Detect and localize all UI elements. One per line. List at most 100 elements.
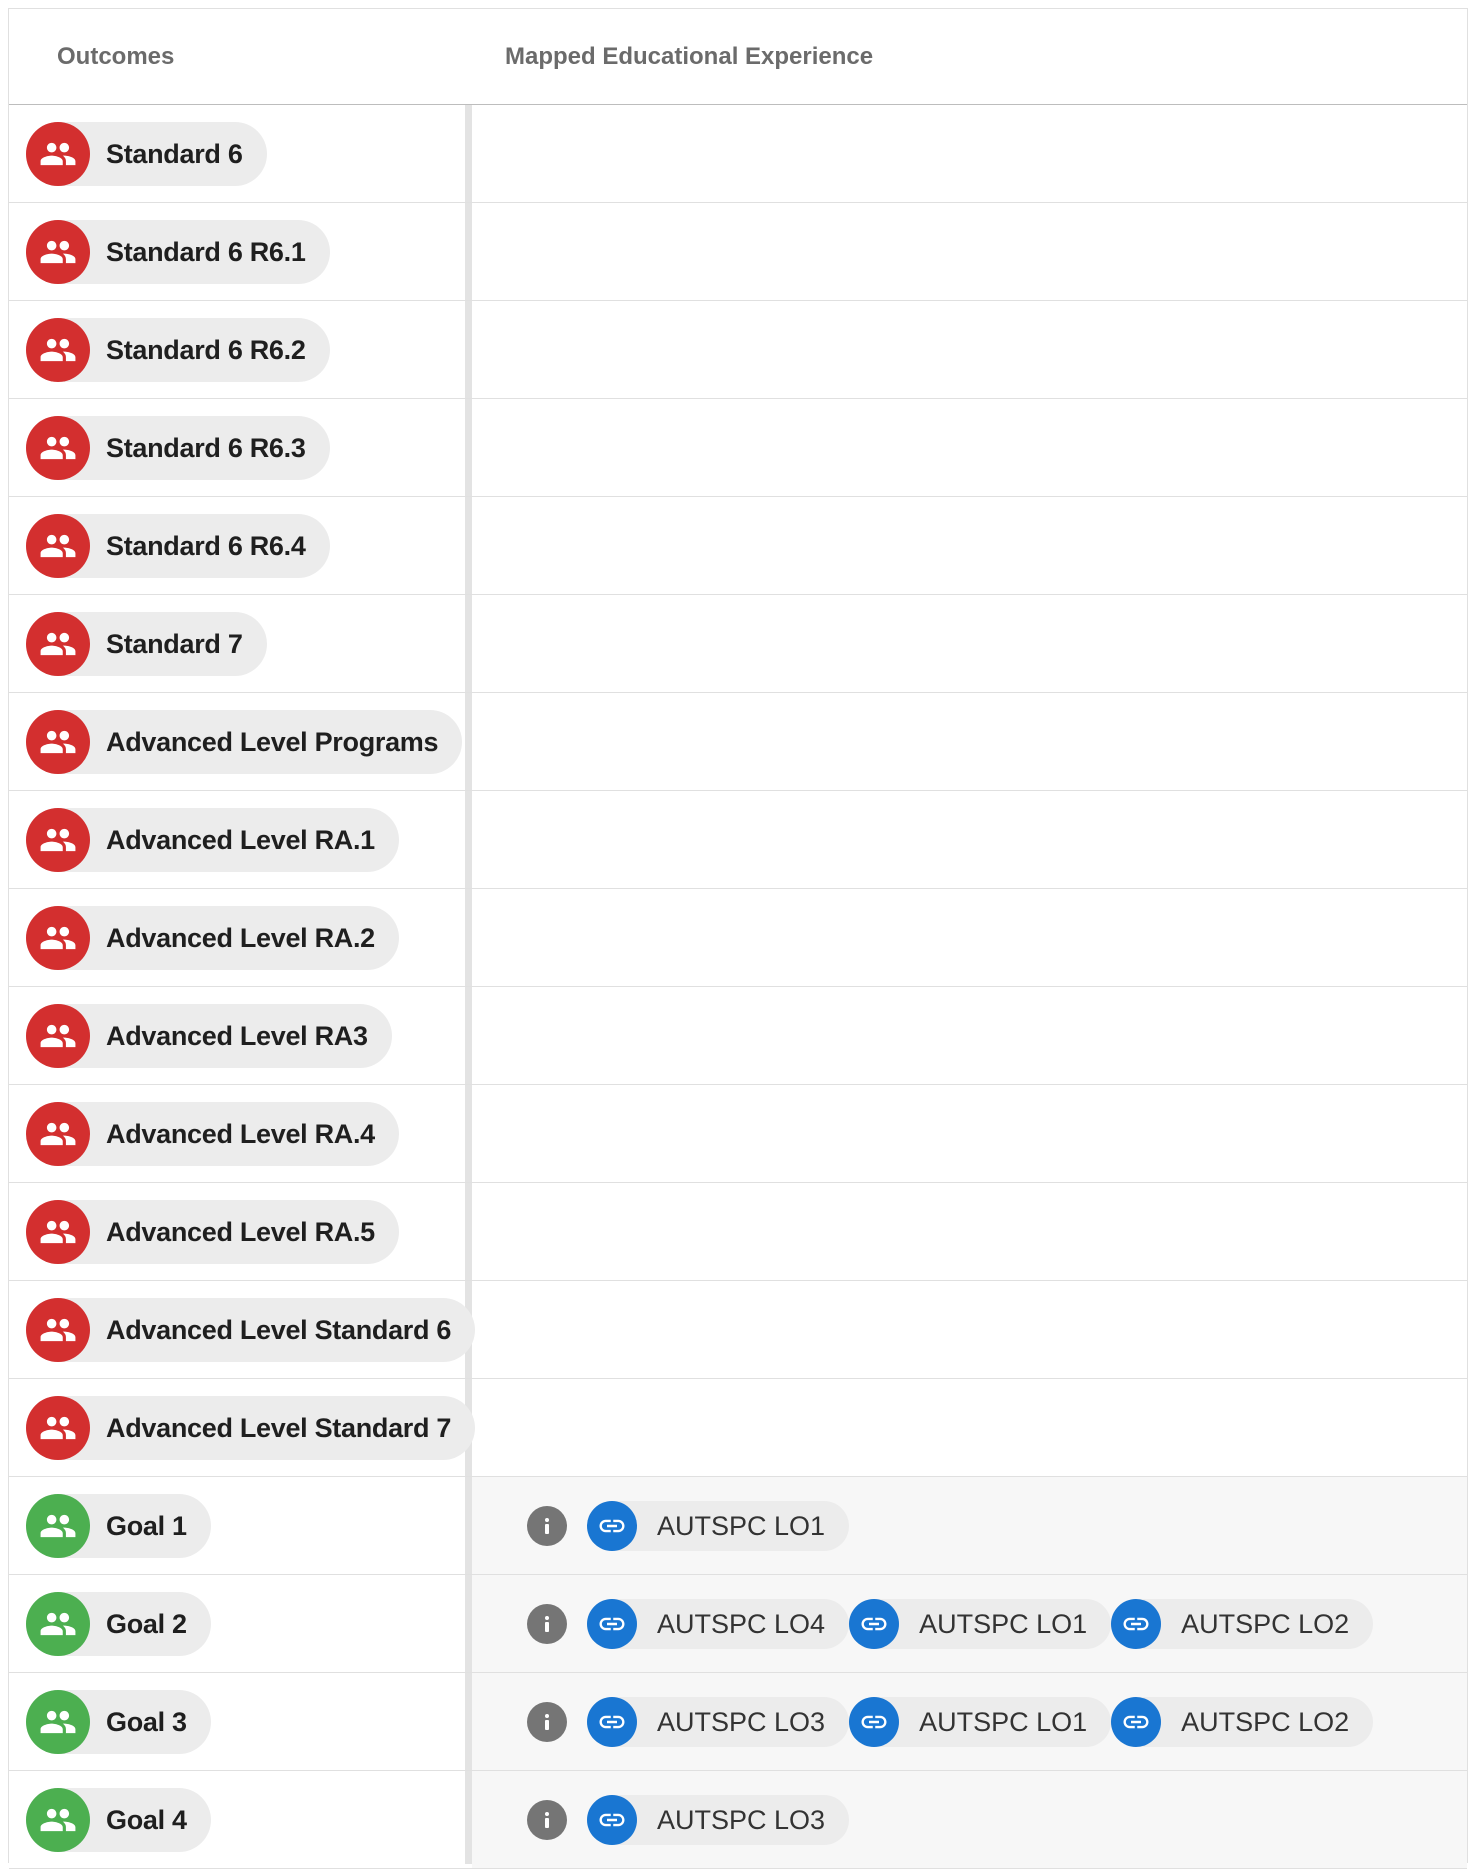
outcome-chip[interactable]: Standard 6 xyxy=(26,122,267,186)
outcome-cell: Goal 2 xyxy=(9,1575,465,1672)
group-icon xyxy=(26,906,90,970)
group-icon xyxy=(26,318,90,382)
link-icon xyxy=(587,1697,637,1747)
outcome-cell: Advanced Level RA.1 xyxy=(9,791,465,888)
table-row: Goal 4 AUTSPC LO3 xyxy=(9,1771,1467,1869)
outcome-cell: Advanced Level RA.5 xyxy=(9,1183,465,1280)
table-row: Advanced Level RA.4 xyxy=(9,1085,1467,1183)
mapped-experience-chip[interactable]: AUTSPC LO1 xyxy=(849,1697,1112,1747)
outcomes-table: Outcomes Mapped Educational Experience S… xyxy=(8,8,1468,1869)
mapped-experience-cell xyxy=(472,693,1467,790)
group-icon xyxy=(26,1494,90,1558)
outcome-label: Goal 2 xyxy=(106,1608,187,1639)
group-icon xyxy=(26,710,90,774)
mapped-experience-chip[interactable]: AUTSPC LO2 xyxy=(1111,1697,1374,1747)
group-icon xyxy=(26,122,90,186)
outcome-cell: Advanced Level Standard 7 xyxy=(9,1379,476,1476)
outcome-chip[interactable]: Goal 2 xyxy=(26,1592,211,1656)
column-header-mapped-experience[interactable]: Mapped Educational Experience xyxy=(505,9,873,104)
outcome-cell: Advanced Level Programs xyxy=(9,693,465,790)
mapped-chip-list: AUTSPC LO1 xyxy=(587,1501,850,1551)
link-icon xyxy=(849,1599,900,1649)
mapped-experience-chip[interactable]: AUTSPC LO3 xyxy=(587,1697,850,1747)
outcome-label: Advanced Level Standard 7 xyxy=(106,1412,452,1443)
outcome-cell: Standard 6 R6.1 xyxy=(9,203,465,300)
outcome-label: Standard 7 xyxy=(106,628,243,659)
info-icon[interactable] xyxy=(527,1800,567,1840)
outcome-chip[interactable]: Standard 7 xyxy=(26,612,267,676)
mapped-chip-list: AUTSPC LO4 AUTSPC LO1 AUTSPC LO2 xyxy=(587,1599,1374,1649)
outcome-cell: Advanced Level RA.2 xyxy=(9,889,465,986)
outcome-label: Advanced Level RA3 xyxy=(106,1020,368,1051)
mapped-experience-cell xyxy=(472,1281,1467,1378)
table-row: Standard 6 R6.1 xyxy=(9,203,1467,301)
mapped-experience-cell xyxy=(472,889,1467,986)
mapped-experience-cell: AUTSPC LO4 AUTSPC LO1 AUTSPC LO2 xyxy=(472,1575,1467,1672)
table-row: Goal 3 AUTSPC LO3 AUTSPC LO1 AUTSPC LO2 xyxy=(9,1673,1467,1771)
mapped-experience-cell: AUTSPC LO3 AUTSPC LO1 AUTSPC LO2 xyxy=(472,1673,1467,1770)
mapped-experience-cell: AUTSPC LO3 xyxy=(472,1771,1467,1868)
group-icon xyxy=(26,1690,90,1754)
outcome-chip[interactable]: Advanced Level RA3 xyxy=(26,1004,392,1068)
outcome-chip[interactable]: Goal 4 xyxy=(26,1788,211,1852)
outcome-cell: Standard 6 R6.4 xyxy=(9,497,465,594)
outcome-chip[interactable]: Advanced Level Standard 7 xyxy=(26,1396,476,1460)
info-icon[interactable] xyxy=(527,1702,567,1742)
table-row: Advanced Level Standard 6 xyxy=(9,1281,1467,1379)
group-icon xyxy=(26,1298,90,1362)
mapped-experience-chip[interactable]: AUTSPC LO3 xyxy=(587,1795,850,1845)
info-icon[interactable] xyxy=(527,1604,567,1644)
group-icon xyxy=(26,1396,90,1460)
group-icon xyxy=(26,1004,90,1068)
outcome-chip[interactable]: Standard 6 R6.3 xyxy=(26,416,330,480)
mapped-experience-chip[interactable]: AUTSPC LO4 xyxy=(587,1599,850,1649)
group-icon xyxy=(26,612,90,676)
info-icon[interactable] xyxy=(527,1506,567,1546)
outcome-chip[interactable]: Advanced Level RA.4 xyxy=(26,1102,399,1166)
outcome-label: Advanced Level Programs xyxy=(106,726,439,757)
mapped-chip-list: AUTSPC LO3 xyxy=(587,1795,850,1845)
mapped-experience-label: AUTSPC LO3 xyxy=(657,1706,826,1737)
outcome-cell: Standard 6 xyxy=(9,105,465,202)
mapped-experience-cell xyxy=(472,987,1467,1084)
outcome-label: Standard 6 R6.2 xyxy=(106,334,306,365)
group-icon xyxy=(26,416,90,480)
mapped-experience-label: AUTSPC LO2 xyxy=(1181,1608,1350,1639)
outcome-label: Standard 6 R6.4 xyxy=(106,530,306,561)
outcome-chip[interactable]: Goal 1 xyxy=(26,1494,211,1558)
outcome-cell: Goal 3 xyxy=(9,1673,465,1770)
mapped-chip-list: AUTSPC LO3 AUTSPC LO1 AUTSPC LO2 xyxy=(587,1697,1374,1747)
mapped-experience-label: AUTSPC LO1 xyxy=(919,1608,1088,1639)
outcome-cell: Advanced Level RA.4 xyxy=(9,1085,465,1182)
mapped-experience-cell: AUTSPC LO1 xyxy=(472,1477,1467,1574)
outcome-chip[interactable]: Goal 3 xyxy=(26,1690,211,1754)
outcome-chip[interactable]: Standard 6 R6.2 xyxy=(26,318,330,382)
mapped-experience-chip[interactable]: AUTSPC LO1 xyxy=(849,1599,1112,1649)
outcome-cell: Standard 6 R6.3 xyxy=(9,399,465,496)
mapped-experience-chip[interactable]: AUTSPC LO1 xyxy=(587,1501,850,1551)
outcome-cell: Goal 4 xyxy=(9,1771,465,1868)
link-icon xyxy=(587,1501,637,1551)
mapped-experience-cell xyxy=(472,595,1467,692)
outcome-chip[interactable]: Advanced Level RA.1 xyxy=(26,808,399,872)
mapped-experience-chip[interactable]: AUTSPC LO2 xyxy=(1111,1599,1374,1649)
mapped-experience-label: AUTSPC LO1 xyxy=(657,1510,826,1541)
outcome-label: Standard 6 R6.3 xyxy=(106,432,306,463)
column-header-outcomes[interactable]: Outcomes xyxy=(57,9,174,104)
mapped-experience-cell xyxy=(472,1379,1467,1476)
table-row: Standard 6 xyxy=(9,105,1467,203)
outcome-chip[interactable]: Advanced Level Programs xyxy=(26,710,463,774)
outcome-chip[interactable]: Standard 6 R6.4 xyxy=(26,514,330,578)
table-row: Advanced Level RA.1 xyxy=(9,791,1467,889)
outcome-chip[interactable]: Advanced Level Standard 6 xyxy=(26,1298,476,1362)
outcome-chip[interactable]: Advanced Level RA.5 xyxy=(26,1200,399,1264)
table-row: Standard 7 xyxy=(9,595,1467,693)
outcome-cell: Advanced Level Standard 6 xyxy=(9,1281,476,1378)
outcome-chip[interactable]: Advanced Level RA.2 xyxy=(26,906,399,970)
outcome-chip[interactable]: Standard 6 R6.1 xyxy=(26,220,330,284)
mapped-experience-cell xyxy=(472,1183,1467,1280)
table-row: Advanced Level RA.5 xyxy=(9,1183,1467,1281)
outcome-label: Advanced Level RA.1 xyxy=(106,824,375,855)
mapped-experience-cell xyxy=(472,791,1467,888)
outcome-cell: Advanced Level RA3 xyxy=(9,987,465,1084)
